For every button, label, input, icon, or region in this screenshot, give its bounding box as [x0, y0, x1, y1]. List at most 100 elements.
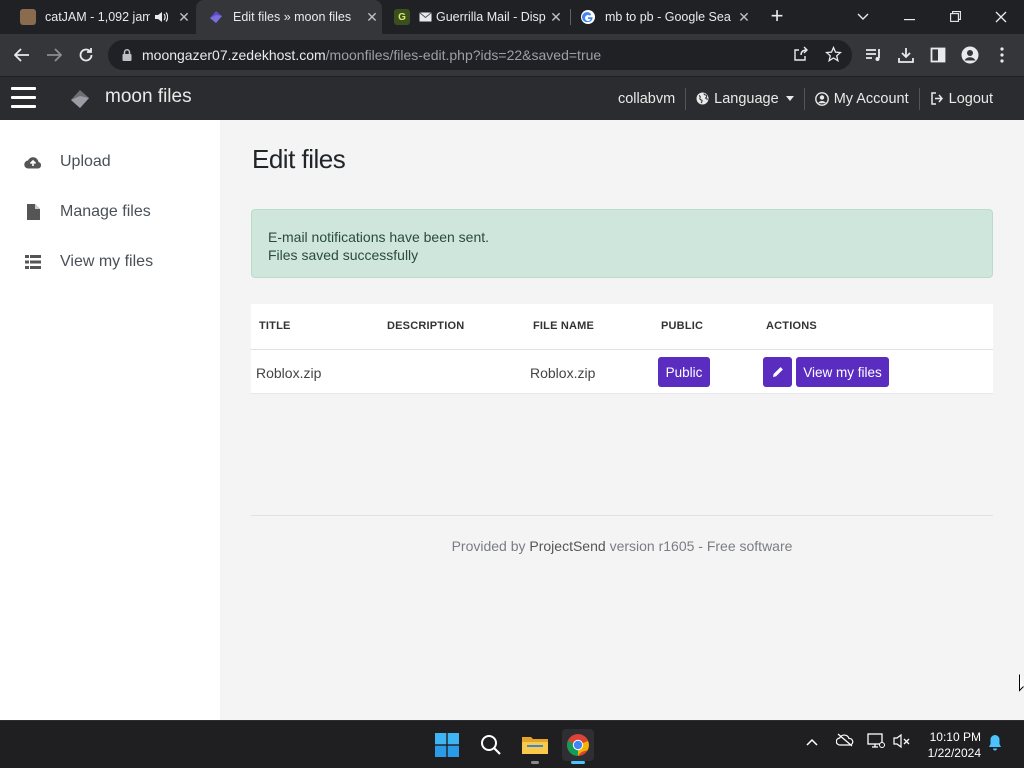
- clock-time: 10:10 PM: [929, 730, 981, 744]
- sidebar: Upload Manage files View my files: [0, 120, 220, 720]
- sidebar-item-manage-files[interactable]: Manage files: [24, 201, 151, 223]
- back-button[interactable]: [10, 43, 34, 67]
- user-circle-icon: [814, 91, 829, 106]
- globe-icon: [696, 92, 709, 105]
- list-icon: [24, 253, 42, 271]
- logout-text: Logout: [948, 90, 993, 107]
- close-window-button[interactable]: [978, 0, 1024, 34]
- google-favicon-icon: [580, 9, 596, 25]
- chrome-icon: [567, 734, 589, 756]
- column-header-file-name[interactable]: FILE NAME: [533, 320, 594, 332]
- guerrilla-mail-favicon-icon: G: [394, 9, 410, 25]
- tab-google-search[interactable]: mb to pb - Google Sea ✕: [572, 0, 754, 34]
- bookmark-star-icon[interactable]: [824, 45, 842, 64]
- sidebar-item-label: Manage files: [60, 203, 151, 220]
- minimize-button[interactable]: [886, 0, 932, 34]
- tab-guerrilla-mail[interactable]: G Guerrilla Mail - Disp ✕: [386, 0, 566, 34]
- view-my-files-button[interactable]: View my files: [796, 357, 889, 387]
- windows-logo-icon: [435, 733, 459, 757]
- media-queue-icon[interactable]: [862, 43, 886, 67]
- lock-icon[interactable]: [120, 48, 134, 62]
- tab-close-icon[interactable]: ✕: [362, 9, 382, 26]
- show-hidden-icons-chevron-icon[interactable]: [806, 733, 818, 749]
- column-header-public[interactable]: PUBLIC: [661, 320, 703, 332]
- url-path: /moonfiles/files-edit.php?ids=22&saved=t…: [325, 47, 602, 63]
- footer-suffix: version r1605 - Free software: [609, 538, 793, 554]
- sidebar-item-label: View my files: [60, 253, 154, 270]
- app-header: moon files collabvm Language My Account …: [0, 77, 1024, 120]
- address-bar[interactable]: moongazer07.zedekhost.com/moonfiles/file…: [108, 40, 852, 70]
- public-toggle-button[interactable]: Public: [658, 357, 710, 387]
- tab-search-chevron-icon[interactable]: [840, 0, 886, 34]
- reload-button[interactable]: [74, 43, 98, 67]
- top-nav: collabvm Language My Account Logout: [608, 77, 1003, 120]
- moon-files-logo: [71, 90, 89, 108]
- nav-language[interactable]: Language: [685, 87, 804, 110]
- caret-down-icon: [785, 96, 794, 101]
- sidebar-item-label: Upload: [60, 153, 111, 170]
- running-indicator: [531, 761, 539, 764]
- files-table: TITLE DESCRIPTION FILE NAME PUBLIC ACTIO…: [251, 304, 993, 394]
- mouse-cursor-icon: [1019, 674, 1024, 692]
- tab-close-icon[interactable]: ✕: [546, 9, 566, 26]
- chrome-taskbar-button[interactable]: [562, 729, 594, 764]
- catjam-favicon-icon: [20, 9, 36, 25]
- success-alert: E-mail notifications have been sent. Fil…: [251, 209, 993, 278]
- footer-divider: [251, 515, 993, 516]
- chrome-menu-icon[interactable]: [990, 43, 1014, 67]
- volume-muted-icon[interactable]: [893, 733, 911, 752]
- file-icon: [24, 203, 42, 221]
- main-content: Edit files E-mail notifications have bee…: [220, 120, 1024, 720]
- hamburger-menu-icon[interactable]: [11, 87, 36, 109]
- forward-button[interactable]: [42, 43, 66, 67]
- nav-my-account[interactable]: My Account: [803, 87, 919, 110]
- system-clock[interactable]: 10:10 PM 1/22/2024: [928, 729, 981, 761]
- share-icon[interactable]: [792, 46, 810, 64]
- username-text: collabvm: [617, 90, 676, 107]
- column-header-description[interactable]: DESCRIPTION: [387, 320, 464, 332]
- onedrive-icon[interactable]: [835, 733, 854, 750]
- start-button[interactable]: [431, 729, 463, 761]
- alert-line-notifications: E-mail notifications have been sent.: [268, 229, 490, 245]
- tab-edit-files[interactable]: Edit files » moon files ✕: [196, 0, 382, 34]
- tab-close-icon[interactable]: ✕: [734, 9, 754, 26]
- speaker-icon[interactable]: [154, 11, 170, 23]
- sign-out-icon: [930, 92, 944, 105]
- tab-title: catJAM - 1,092 jam: [45, 10, 150, 24]
- taskbar-search-button[interactable]: [475, 729, 507, 761]
- profile-icon[interactable]: [958, 43, 982, 67]
- sidebar-item-view-my-files[interactable]: View my files: [24, 251, 153, 273]
- column-header-actions: ACTIONS: [766, 320, 817, 332]
- nav-username[interactable]: collabvm: [608, 88, 685, 110]
- projectsend-link[interactable]: ProjectSend: [529, 538, 605, 554]
- download-icon[interactable]: [894, 43, 918, 67]
- tab-title: Edit files » moon files: [233, 10, 352, 24]
- url-host: moongazer07.zedekhost.com: [142, 47, 326, 63]
- my-account-text: My Account: [833, 90, 909, 107]
- clock-date: 1/22/2024: [927, 746, 981, 760]
- column-header-title[interactable]: TITLE: [259, 320, 291, 332]
- restore-button[interactable]: [932, 0, 978, 34]
- footer: Provided by ProjectSend version r1605 - …: [251, 538, 993, 554]
- brand-name[interactable]: moon files: [105, 86, 192, 108]
- search-icon: [481, 735, 501, 755]
- browser-tab-strip: catJAM - 1,092 jam ✕ Edit files » moon f…: [0, 0, 1024, 34]
- header-divider: [251, 349, 993, 350]
- moon-files-favicon-icon: [208, 9, 224, 25]
- windows-taskbar: 10:10 PM 1/22/2024: [0, 720, 1024, 768]
- file-explorer-button[interactable]: [519, 729, 551, 764]
- footer-prefix: Provided by: [451, 538, 526, 554]
- browser-toolbar: moongazer07.zedekhost.com/moonfiles/file…: [0, 34, 1024, 76]
- new-tab-button[interactable]: +: [766, 5, 788, 29]
- tab-catjam[interactable]: catJAM - 1,092 jam ✕: [12, 0, 194, 34]
- cell-title: Roblox.zip: [256, 365, 322, 381]
- notification-bell-icon[interactable]: [987, 734, 1003, 754]
- nav-logout[interactable]: Logout: [918, 87, 1003, 110]
- alert-line-saved: Files saved successfully: [268, 247, 419, 263]
- side-panel-icon[interactable]: [926, 43, 950, 67]
- network-icon[interactable]: [867, 733, 885, 752]
- language-text: Language: [714, 90, 779, 107]
- edit-file-button[interactable]: [763, 357, 792, 387]
- tab-close-icon[interactable]: ✕: [174, 9, 194, 26]
- sidebar-item-upload[interactable]: Upload: [24, 151, 111, 173]
